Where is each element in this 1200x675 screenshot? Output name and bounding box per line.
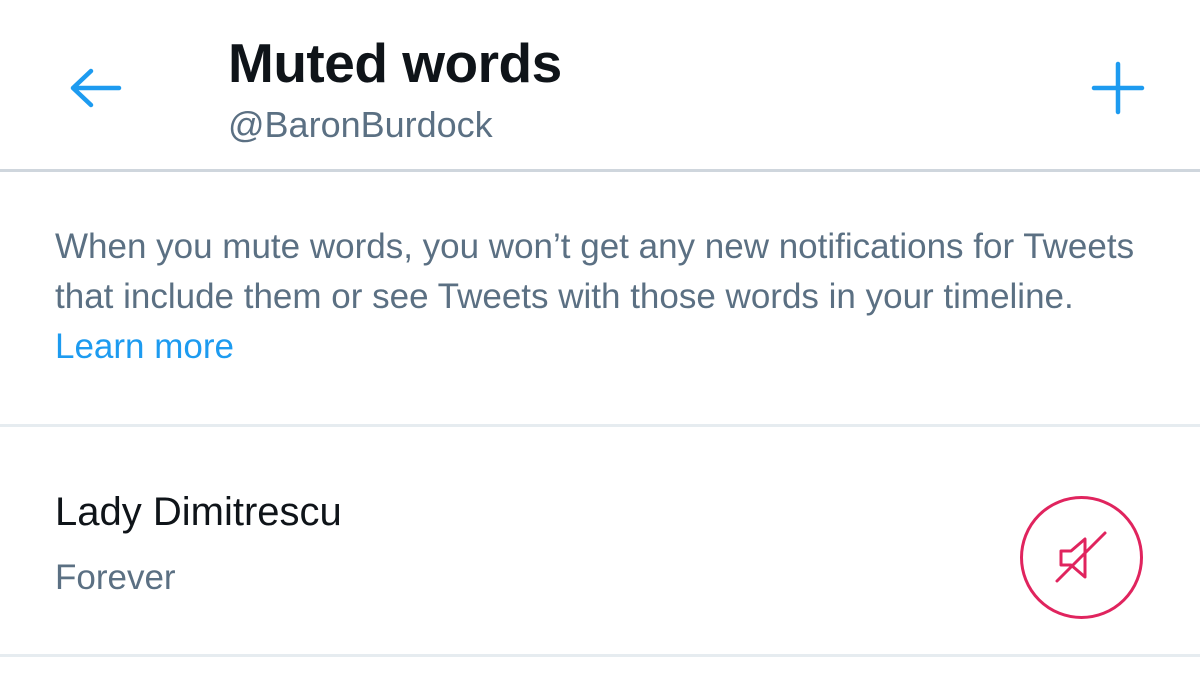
speaker-muted-icon [1055,531,1106,582]
header: Muted words @BaronBurdock [0,0,1200,172]
learn-more-link[interactable]: Learn more [55,327,234,366]
info-text: When you mute words, you won’t get any n… [55,222,1165,372]
divider [0,424,1200,427]
title-block: Muted words @BaronBurdock [228,30,562,148]
divider [0,654,1200,657]
page-title: Muted words [228,32,562,94]
muted-word-item[interactable]: Lady Dimitrescu Forever [0,428,1200,654]
add-muted-word-button[interactable] [1088,58,1148,118]
mute-duration: Forever [55,558,176,597]
plus-icon [1091,61,1145,115]
muted-words-screen: Muted words @BaronBurdock When you mute … [0,0,1200,675]
back-button[interactable] [62,58,128,118]
account-handle: @BaronBurdock [228,104,493,145]
info-description: When you mute words, you won’t get any n… [55,227,1135,316]
muted-word: Lady Dimitrescu [55,490,342,534]
arrow-left-icon [70,68,122,108]
unmute-button[interactable] [1020,496,1143,619]
